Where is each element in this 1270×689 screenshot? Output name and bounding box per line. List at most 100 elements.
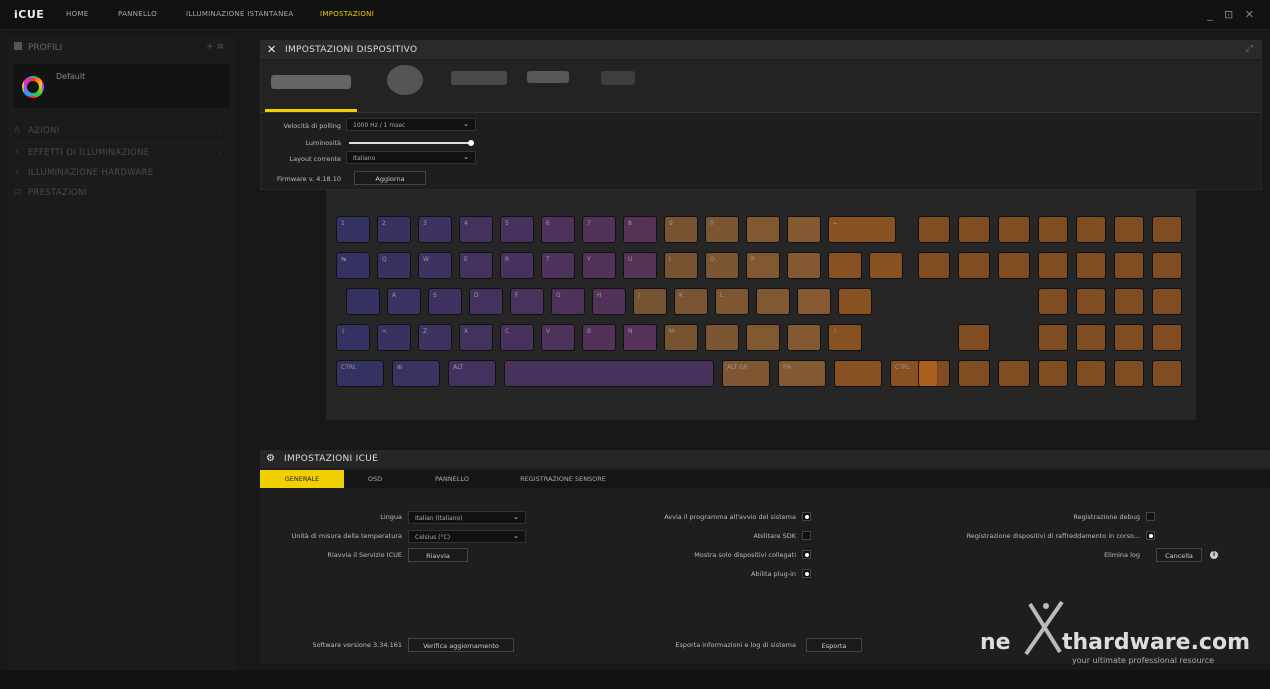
polling-value: 1000 Hz / 1 msec (353, 122, 406, 129)
sidebar-item-label: AZIONI (28, 126, 60, 136)
chevron-down-icon: ⌄ (513, 513, 519, 521)
keyboard-key (998, 324, 1030, 351)
keyboard-key: I (664, 252, 698, 279)
tab-pannello[interactable]: PANNELLO (420, 470, 484, 488)
keyboard-key (1114, 360, 1144, 387)
keyboard-key (787, 252, 821, 279)
keyboard-key: F (510, 288, 544, 315)
keyboard-key: C (500, 324, 534, 351)
chevron-down-icon: ⌄ (513, 532, 519, 540)
actions-icon: A (14, 126, 21, 136)
profile-name: Default (56, 72, 86, 81)
keyboard-key (1076, 324, 1106, 351)
keyboard-key: ⊞ (392, 360, 440, 387)
app-logo: iCUE (14, 8, 45, 21)
keyboard-key: 9 (664, 216, 698, 243)
top-navigation-bar: iCUE HOME PANNELLO ILLUMINAZIONE ISTANTA… (0, 0, 1270, 30)
keyboard-key: Y (582, 252, 616, 279)
brightness-knob[interactable] (468, 140, 474, 146)
keyboard-key: 4 (459, 216, 493, 243)
expand-icon[interactable]: ⤢ (1246, 44, 1253, 54)
keyboard-key (918, 360, 950, 387)
keyboard-key: G (551, 288, 585, 315)
keyboard-key (958, 288, 990, 315)
keyboard-key (1114, 288, 1144, 315)
cooling-log-checkbox[interactable] (1146, 531, 1155, 540)
profile-item-default[interactable]: Default (14, 64, 230, 108)
device-hub[interactable] (601, 71, 635, 85)
sidebar-item-label: ILLUMINAZIONE HARDWARE (28, 168, 154, 178)
profiles-title: PROFILI (28, 43, 63, 53)
tab-generale[interactable]: GENERALE (260, 470, 344, 488)
device-headset-stand[interactable] (527, 71, 569, 83)
keyboard-key (838, 288, 872, 315)
watermark-tagline: your ultimate professional resource (1072, 656, 1215, 665)
window-controls[interactable]: _ ⊡ ✕ (1207, 8, 1258, 21)
plugin-checkbox[interactable] (802, 569, 811, 578)
keyboard-key (746, 216, 780, 243)
chevron-right-icon: › (218, 126, 222, 136)
keyboard-key (1114, 252, 1144, 279)
sidebar-item-prestazioni[interactable]: ⊟ PRESTAZIONI (14, 188, 230, 206)
sidebar-item-label: EFFETTI DI ILLUMINAZIONE (28, 148, 150, 158)
connected-devices-checkbox[interactable] (802, 550, 811, 559)
keyboard-key: X (459, 324, 493, 351)
device-mouse[interactable] (387, 65, 423, 95)
firmware-row: Firmware v. 4.18.10 (269, 172, 341, 186)
startup-checkbox[interactable] (802, 512, 811, 521)
icue-settings-header: ⚙ IMPOSTAZIONI ICUE (260, 450, 1270, 468)
keyboard-key (346, 288, 380, 315)
keyboard-key: O (705, 252, 739, 279)
bottom-bar (0, 670, 1270, 689)
performance-icon: ⊟ (14, 188, 22, 198)
layout-dropdown[interactable]: Italiano ⌄ (346, 151, 476, 164)
brightness-slider[interactable] (349, 142, 471, 144)
keyboard-key: U (623, 252, 657, 279)
keyboard-key (1152, 324, 1182, 351)
check-update-button[interactable]: Verifica aggiornamento (408, 638, 514, 652)
restart-service-button[interactable]: Riavvia (408, 548, 468, 562)
tab-osd[interactable]: OSD (350, 470, 400, 488)
nav-illuminazione-istantanea[interactable]: ILLUMINAZIONE ISTANTANEA (186, 10, 293, 18)
polling-dropdown[interactable]: 1000 Hz / 1 msec ⌄ (346, 118, 476, 131)
keyboard-key: 8 (623, 216, 657, 243)
keyboard-key: ↹ (336, 252, 370, 279)
nav-impostazioni[interactable]: IMPOSTAZIONI (320, 10, 374, 18)
keyboard-key (504, 360, 714, 387)
lightning-icon: ⚡ (14, 168, 21, 178)
keyboard-key: H (592, 288, 626, 315)
sidebar-item-effetti[interactable]: ⚡ EFFETTI DI ILLUMINAZIONE › (14, 148, 230, 166)
nav-pannello[interactable]: PANNELLO (118, 10, 157, 18)
keyboard-key (1076, 288, 1106, 315)
keyboard-key (998, 288, 1030, 315)
nav-home[interactable]: HOME (66, 10, 88, 18)
keyboard-key (869, 252, 903, 279)
keyboard-key (1152, 360, 1182, 387)
sidebar-item-illuminazione-hardware[interactable]: ⚡ ILLUMINAZIONE HARDWARE (14, 168, 230, 186)
info-icon[interactable]: i (1210, 551, 1218, 559)
sdk-checkbox[interactable] (802, 531, 811, 540)
lightning-icon: ⚡ (14, 148, 21, 158)
keyboard-key (918, 288, 950, 315)
keyboard-key: M (664, 324, 698, 351)
device-keyboard[interactable] (271, 75, 351, 89)
sidebar-item-azioni[interactable]: A AZIONI › (14, 126, 230, 144)
tab-registrazione-sensore[interactable]: REGISTRAZIONE SENSORE (508, 470, 618, 488)
keyboard-key (1152, 252, 1182, 279)
icue-settings-title: IMPOSTAZIONI ICUE (284, 454, 379, 464)
delete-log-button[interactable]: Cancella (1156, 548, 1202, 562)
temperature-dropdown[interactable]: Celsius (°C) ⌄ (408, 530, 526, 543)
export-button[interactable]: Esporta (806, 638, 862, 652)
keyboard-key (918, 252, 950, 279)
watermark-brand: thardware.com (1062, 630, 1250, 655)
keyboard-key: 2 (377, 216, 411, 243)
temperature-value: Celsius (°C) (415, 534, 451, 541)
device-memory[interactable] (451, 71, 507, 85)
export-label: Esporta informazioni e log di sistema (675, 641, 796, 649)
debug-log-checkbox[interactable] (1146, 512, 1155, 521)
restart-service-label: Riavvia il Servizio ICUE (327, 551, 402, 559)
keyboard-key: ALT GR (722, 360, 770, 387)
profile-tools[interactable]: + ≡ (206, 42, 224, 52)
language-dropdown[interactable]: Italian (Italiano) ⌄ (408, 511, 526, 524)
update-firmware-button[interactable]: Aggiorna (354, 171, 426, 185)
